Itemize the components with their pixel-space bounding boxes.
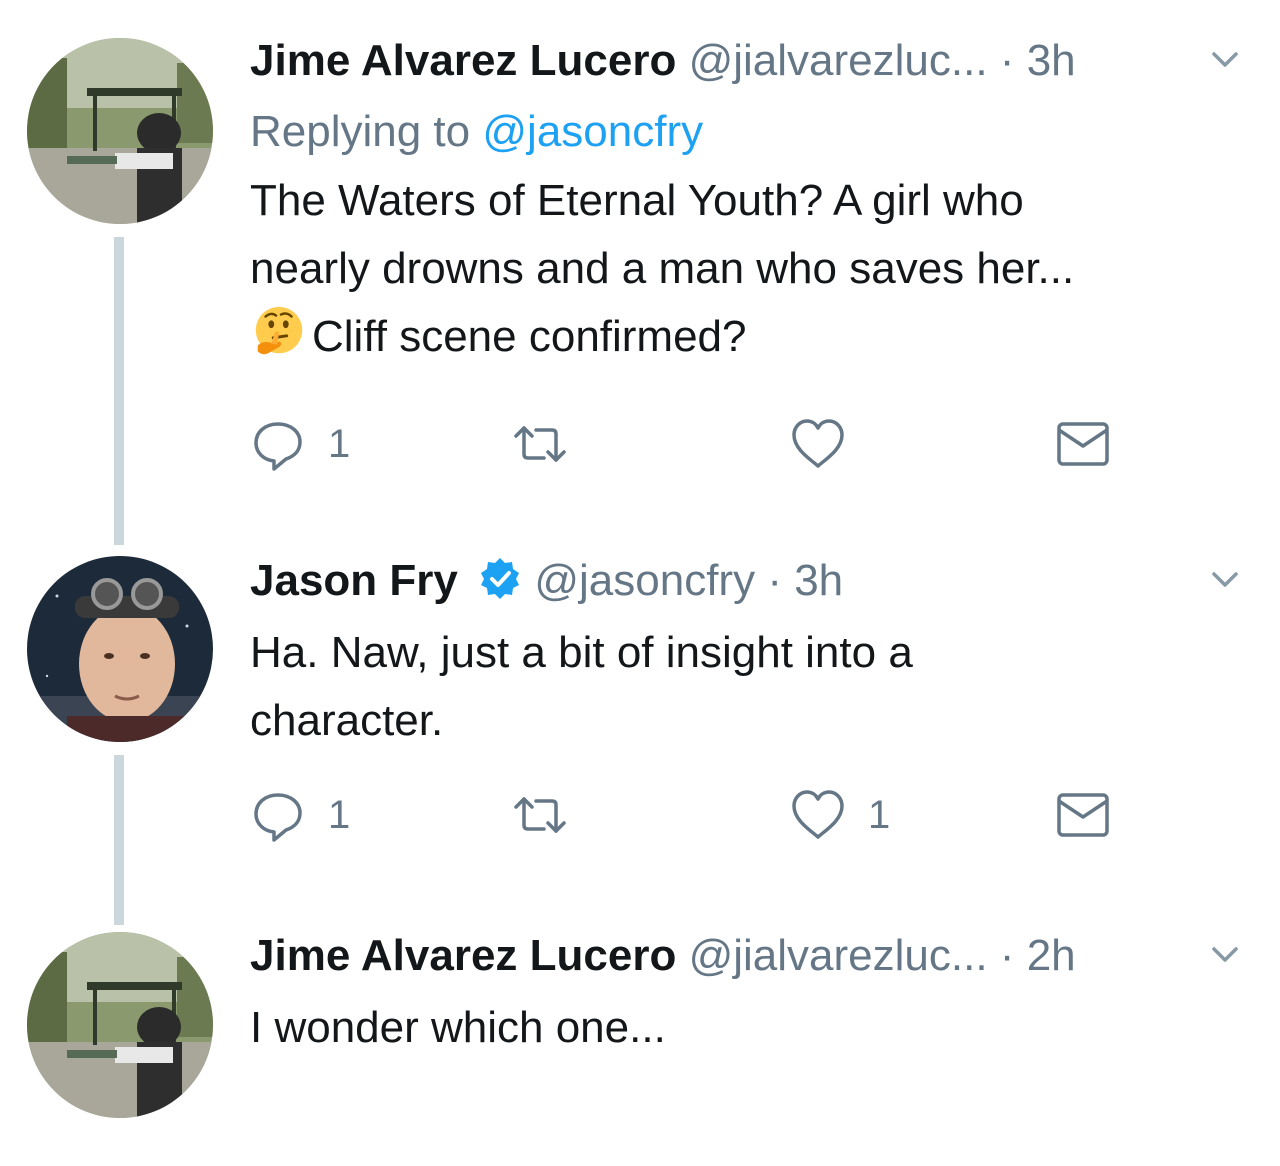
author-handle[interactable]: @jialvarezluc...: [689, 931, 988, 980]
timestamp[interactable]: 2h: [1027, 931, 1076, 980]
separator-dot: ·: [999, 36, 1015, 85]
verified-badge-icon: [481, 558, 520, 599]
separator-dot: ·: [767, 556, 782, 605]
tweet[interactable]: Jime Alvarez Lucero @jialvarezluc... · 3…: [0, 0, 1280, 545]
tweet-actions: 1 1: [250, 785, 1150, 845]
heart-icon: [792, 790, 844, 839]
thinking-face-emoji-icon: [255, 306, 303, 355]
author-handle[interactable]: @jialvarezluc...: [689, 36, 988, 85]
tweet-text-line: Cliff scene confirmed?: [312, 312, 747, 361]
reply-icon: [254, 422, 302, 471]
retweet-button[interactable]: [512, 785, 590, 845]
mail-icon: [1057, 422, 1109, 466]
separator-dot: ·: [999, 931, 1015, 980]
heart-icon: [792, 419, 844, 468]
replying-to-label: Replying to: [250, 107, 471, 156]
mail-icon: [1057, 793, 1109, 837]
tweet-text: Ha. Naw, just a bit of insight into a ch…: [250, 628, 913, 745]
tweet-text: I wonder which one...: [250, 1003, 666, 1052]
like-count: 1: [868, 792, 891, 837]
reply-handle-link[interactable]: @jasoncfry: [482, 107, 703, 156]
tweet-content: Jime Alvarez Lucero @jialvarezluc... · 3…: [250, 30, 1240, 471]
tweet-content: Jason Fry @jasoncfry · 3h Ha. Naw, just …: [250, 545, 1240, 842]
tweet-content: Jime Alvarez Lucero @jialvarezluc... · 2…: [250, 925, 1240, 1062]
tweet-header: Jime Alvarez Lucero @jialvarezluc... · 3…: [250, 30, 1240, 96]
author-handle[interactable]: @jasoncfry: [534, 556, 755, 605]
reply-button[interactable]: 1: [250, 414, 350, 474]
like-button[interactable]: 1: [790, 785, 890, 845]
retweet-icon: [514, 426, 566, 462]
reply-count: 1: [328, 421, 351, 466]
thread-line: [114, 755, 124, 925]
thread-line: [114, 237, 124, 545]
tweet-text: The Waters of Eternal Youth? A girl who n…: [250, 167, 1240, 371]
user-avatar[interactable]: [27, 556, 213, 742]
tweet-actions: 1: [250, 414, 1150, 474]
chevron-down-icon[interactable]: [1210, 44, 1240, 74]
user-avatar[interactable]: [27, 38, 213, 224]
tweet-text-line: nearly drowns and a man who saves her...: [250, 244, 1075, 293]
tweet-header: Jime Alvarez Lucero @jialvarezluc... · 2…: [250, 925, 1240, 991]
retweet-icon: [514, 797, 566, 833]
author-name[interactable]: Jime Alvarez Lucero: [250, 931, 676, 980]
chevron-down-icon[interactable]: [1210, 564, 1240, 594]
author-name[interactable]: Jason Fry: [250, 556, 458, 605]
timestamp[interactable]: 3h: [1027, 36, 1076, 85]
retweet-button[interactable]: [512, 414, 590, 474]
tweet[interactable]: Jime Alvarez Lucero @jialvarezluc... · 2…: [0, 925, 1280, 1166]
direct-message-button[interactable]: [1055, 414, 1111, 474]
author-name[interactable]: Jime Alvarez Lucero: [250, 36, 676, 85]
user-avatar[interactable]: [27, 932, 213, 1118]
tweet-text-line: The Waters of Eternal Youth? A girl who: [250, 176, 1024, 225]
timestamp[interactable]: 3h: [794, 556, 843, 605]
reply-button[interactable]: 1: [250, 785, 350, 845]
reply-icon: [254, 793, 302, 842]
tweet[interactable]: Jason Fry @jasoncfry · 3h Ha. Naw, just …: [0, 545, 1280, 925]
replying-to: Replying to @jasoncfry: [250, 101, 1240, 163]
tweet-header: Jason Fry @jasoncfry · 3h: [250, 550, 1240, 616]
direct-message-button[interactable]: [1055, 785, 1111, 845]
reply-count: 1: [328, 792, 351, 837]
chevron-down-icon[interactable]: [1210, 939, 1240, 969]
like-button[interactable]: [790, 414, 868, 474]
